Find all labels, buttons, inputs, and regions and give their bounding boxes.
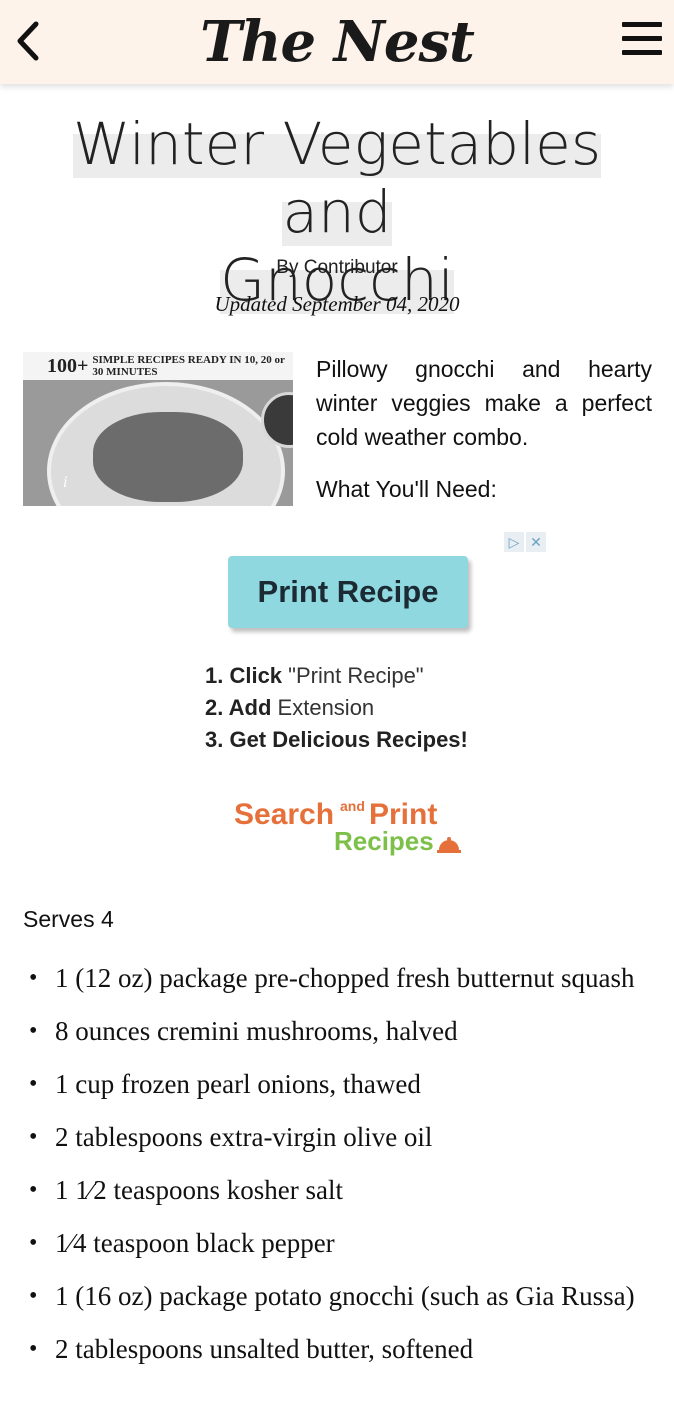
ad-step-1: 1. Click "Print Recipe" <box>205 663 424 688</box>
close-icon[interactable]: ✕ <box>526 532 546 552</box>
logo-and: and <box>340 798 365 814</box>
list-item: • 2 tablespoons unsalted butter, softened <box>29 1334 474 1364</box>
ad-steps: 1. Click "Print Recipe" 2. Add Extension… <box>205 660 468 756</box>
dish-cloche-icon <box>437 837 461 853</box>
list-item: • 1 (16 oz) package potato gnocchi (such … <box>29 1281 635 1311</box>
print-recipe-button[interactable]: Print Recipe <box>228 556 468 628</box>
recipe-ad-image[interactable]: 100+ SIMPLE RECIPES READY IN 10, 20 or 3… <box>23 352 293 506</box>
ad-step-3: 3. Get Delicious Recipes! <box>205 727 468 752</box>
list-item: • 1⁄4 teaspoon black pepper <box>29 1228 335 1258</box>
food-graphic <box>93 412 243 502</box>
list-item: • 1 (12 oz) package pre-chopped fresh but… <box>29 963 635 993</box>
image-banner-text: SIMPLE RECIPES READY IN 10, 20 or 30 MIN… <box>92 354 285 378</box>
list-item: • 1 1⁄2 teaspoons kosher salt <box>29 1175 343 1205</box>
byline: By Contributor <box>276 257 398 278</box>
hamburger-menu-icon[interactable] <box>622 18 664 60</box>
ingredients-list: • 1 (12 oz) package pre-chopped fresh but… <box>23 960 643 1384</box>
updated-date: Updated September 04, 2020 <box>214 292 460 316</box>
site-logo[interactable]: The Nest <box>0 10 674 74</box>
page-title: Winter Vegetables and Gnocchi <box>20 110 654 314</box>
list-item: • 8 ounces cremini mushrooms, halved <box>29 1016 458 1046</box>
info-icon[interactable]: i <box>63 474 67 492</box>
search-and-print-logo[interactable]: Search and Print Recipes <box>234 798 474 858</box>
site-header: The Nest <box>0 0 674 84</box>
list-item: • 1 cup frozen pearl onions, thawed <box>29 1069 421 1099</box>
serves-count: Serves 4 <box>23 906 114 932</box>
list-item: • 2 tablespoons extra-virgin olive oil <box>29 1122 433 1152</box>
adchoices-icon[interactable]: ▷ <box>504 532 524 552</box>
intro-paragraph: Pillowy gnocchi and hearty winter veggie… <box>316 356 652 450</box>
ad-step-2: 2. Add Extension <box>205 695 375 720</box>
logo-recipes: Recipes <box>334 826 434 856</box>
image-banner-count: 100+ <box>47 354 89 377</box>
what-you-need-heading: What You'll Need: <box>316 476 497 502</box>
image-banner: 100+ SIMPLE RECIPES READY IN 10, 20 or 3… <box>23 352 293 380</box>
logo-search: Search <box>234 798 335 831</box>
title-line-1: Winter Vegetables and <box>72 110 602 246</box>
ad-choices[interactable]: ▷ ✕ <box>504 532 548 552</box>
